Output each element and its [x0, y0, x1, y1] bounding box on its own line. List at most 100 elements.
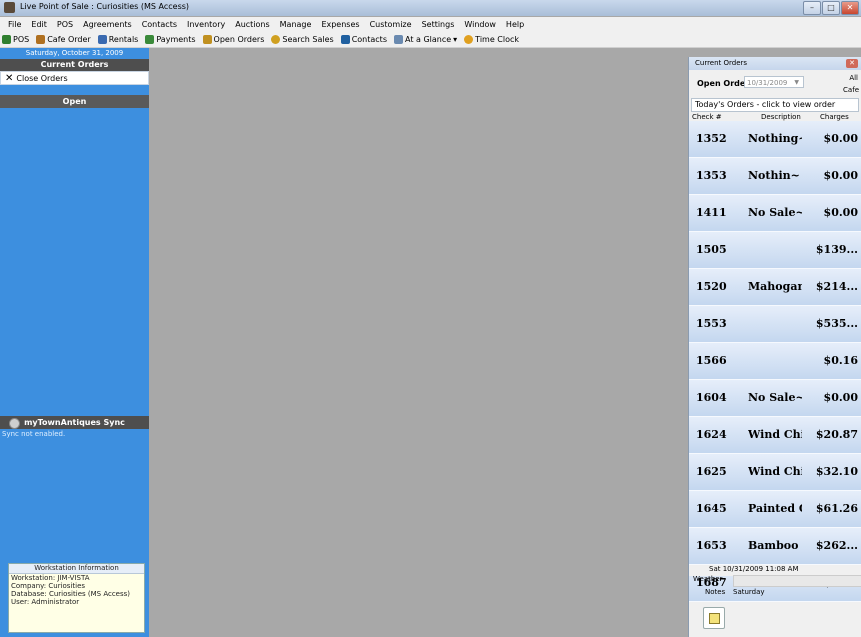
menu-window[interactable]: Window: [464, 20, 496, 29]
close-button[interactable]: ✕: [841, 1, 859, 15]
order-row[interactable]: 1624 Wind Chime~ $20.87: [689, 417, 861, 454]
order-charges: $0.00: [823, 169, 858, 182]
time-clock-label: Time Clock: [475, 35, 520, 44]
order-row[interactable]: 1553 $535...: [689, 306, 861, 343]
notes-button[interactable]: [703, 607, 725, 629]
order-description: Bamboo Can: [748, 539, 802, 552]
filter-cafe-option[interactable]: Cafe: [843, 86, 859, 94]
contacts-label: Contacts: [351, 35, 387, 44]
window-title: Live Point of Sale : Curiosities (MS Acc…: [20, 2, 190, 11]
current-orders-header: Current Orders: [0, 59, 149, 71]
pos-button[interactable]: POS: [2, 35, 29, 44]
payments-label: Payments: [156, 35, 196, 44]
at-a-glance-button[interactable]: At a Glance ▾: [393, 35, 457, 44]
menu-manage[interactable]: Manage: [280, 20, 312, 29]
order-row[interactable]: 1352 Nothing~ $0.00: [689, 121, 861, 158]
workstation-company: Company: Curiosities: [11, 582, 86, 590]
cafe-order-label: Cafe Order: [47, 35, 91, 44]
sync-section: myTownAntiques Sync Sync not enabled.: [0, 416, 149, 438]
order-row[interactable]: 1653 Bamboo Can $262...: [689, 528, 861, 565]
sidebar: Saturday, October 31, 2009 Current Order…: [0, 48, 149, 637]
order-row[interactable]: 1625 Wind Chime~ $32.10: [689, 454, 861, 491]
order-charges: $20.87: [815, 428, 858, 441]
open-orders-button[interactable]: Open Orders: [202, 35, 265, 44]
sync-title: myTownAntiques Sync: [24, 418, 125, 427]
order-row[interactable]: 1566 $0.16: [689, 343, 861, 380]
menu-contacts[interactable]: Contacts: [142, 20, 177, 29]
toolbar: POS Cafe Order Rentals Payments Open Ord…: [0, 32, 861, 48]
payments-icon: [145, 35, 155, 44]
order-date-picker[interactable]: 10/31/2009 ▼: [744, 76, 804, 88]
workstation-name: Workstation: JIM-VISTA: [11, 574, 90, 582]
open-orders-label: Open Orders: [213, 35, 265, 44]
payments-button[interactable]: Payments: [145, 35, 196, 44]
menu-edit[interactable]: Edit: [31, 20, 47, 29]
close-orders-button[interactable]: ✕ Close Orders: [0, 71, 149, 85]
col-charges: Charges: [820, 113, 849, 121]
order-row[interactable]: 1505 $139...: [689, 232, 861, 269]
order-date-value: 10/31/2009: [747, 79, 788, 87]
order-charges: $139...: [815, 243, 858, 256]
menu-pos[interactable]: POS: [57, 20, 73, 29]
order-row[interactable]: 1604 No Sale~ $0.00: [689, 380, 861, 417]
order-description: Painted Orie: [748, 502, 802, 515]
order-check-number: 1411: [696, 206, 727, 219]
maximize-button[interactable]: □: [822, 1, 840, 15]
panel-close-button[interactable]: ✕: [846, 59, 858, 68]
order-check-number: 1566: [696, 354, 727, 367]
order-charges: $0.16: [823, 354, 858, 367]
panel-title-bar: Current Orders ✕: [689, 57, 861, 70]
search-sales-button[interactable]: Search Sales: [271, 35, 334, 44]
clock-icon: [464, 35, 474, 44]
notes-label: Notes: [705, 588, 726, 596]
order-description: No Sale~: [748, 391, 802, 404]
close-icon: ✕: [5, 72, 14, 84]
col-description: Description: [761, 113, 801, 121]
contacts-button[interactable]: Contacts: [340, 35, 387, 44]
order-check-number: 1625: [696, 465, 727, 478]
workstation-database: Database: Curiosities (MS Access): [11, 590, 131, 598]
sync-go-icon: [9, 418, 20, 429]
menu-customize[interactable]: Customize: [370, 20, 412, 29]
workstation-info: Workstation Information Workstation: JIM…: [8, 563, 145, 633]
app-icon: [4, 2, 15, 13]
order-check-number: 1624: [696, 428, 727, 441]
time-clock-button[interactable]: Time Clock: [464, 35, 519, 44]
title-bar: Live Point of Sale : Curiosities (MS Acc…: [0, 0, 861, 16]
orders-list: 1352 Nothing~ $0.00 1353 Nothin~ $0.00 1411 No …: [689, 121, 861, 602]
weather-label: Weather: [693, 575, 723, 583]
rentals-icon: [97, 35, 107, 44]
menu-agreements[interactable]: Agreements: [83, 20, 132, 29]
notes-row: Notes Saturday: [693, 587, 861, 635]
order-description: Nothing~: [748, 132, 802, 145]
menu-file[interactable]: File: [8, 20, 21, 29]
sync-status: Sync not enabled.: [2, 430, 66, 438]
order-charges: $32.10: [815, 465, 858, 478]
menu-settings[interactable]: Settings: [422, 20, 455, 29]
sync-header[interactable]: myTownAntiques Sync: [0, 416, 149, 429]
rentals-button[interactable]: Rentals: [97, 35, 139, 44]
menu-inventory[interactable]: Inventory: [187, 20, 225, 29]
filter-all-option[interactable]: All: [849, 74, 858, 82]
menu-auctions[interactable]: Auctions: [235, 20, 269, 29]
window-controls: – □ ✕: [803, 1, 859, 15]
order-row[interactable]: 1645 Painted Orie $61.26: [689, 491, 861, 528]
todays-orders-label: Today's Orders - click to view order: [691, 98, 859, 112]
order-description: Nothin~: [748, 169, 800, 182]
minimize-button[interactable]: –: [803, 1, 821, 15]
order-charges: $0.00: [823, 206, 858, 219]
panel-title: Current Orders: [695, 59, 748, 67]
order-description: No Sale~: [748, 206, 802, 219]
current-orders-panel: Current Orders ✕ Open Orders 10/31/2009 …: [688, 57, 861, 637]
menu-expenses[interactable]: Expenses: [321, 20, 359, 29]
menu-help[interactable]: Help: [506, 20, 524, 29]
order-row[interactable]: 1520 Mahogany De $214...: [689, 269, 861, 306]
order-description: Wind Chime~: [748, 428, 802, 441]
order-check-number: 1604: [696, 391, 727, 404]
order-row[interactable]: 1411 No Sale~ $0.00: [689, 195, 861, 232]
rentals-label: Rentals: [108, 35, 139, 44]
order-row[interactable]: 1353 Nothin~ $0.00: [689, 158, 861, 195]
weather-field[interactable]: [733, 575, 861, 587]
order-charges: $0.00: [823, 132, 858, 145]
cafe-order-button[interactable]: Cafe Order: [36, 35, 91, 44]
